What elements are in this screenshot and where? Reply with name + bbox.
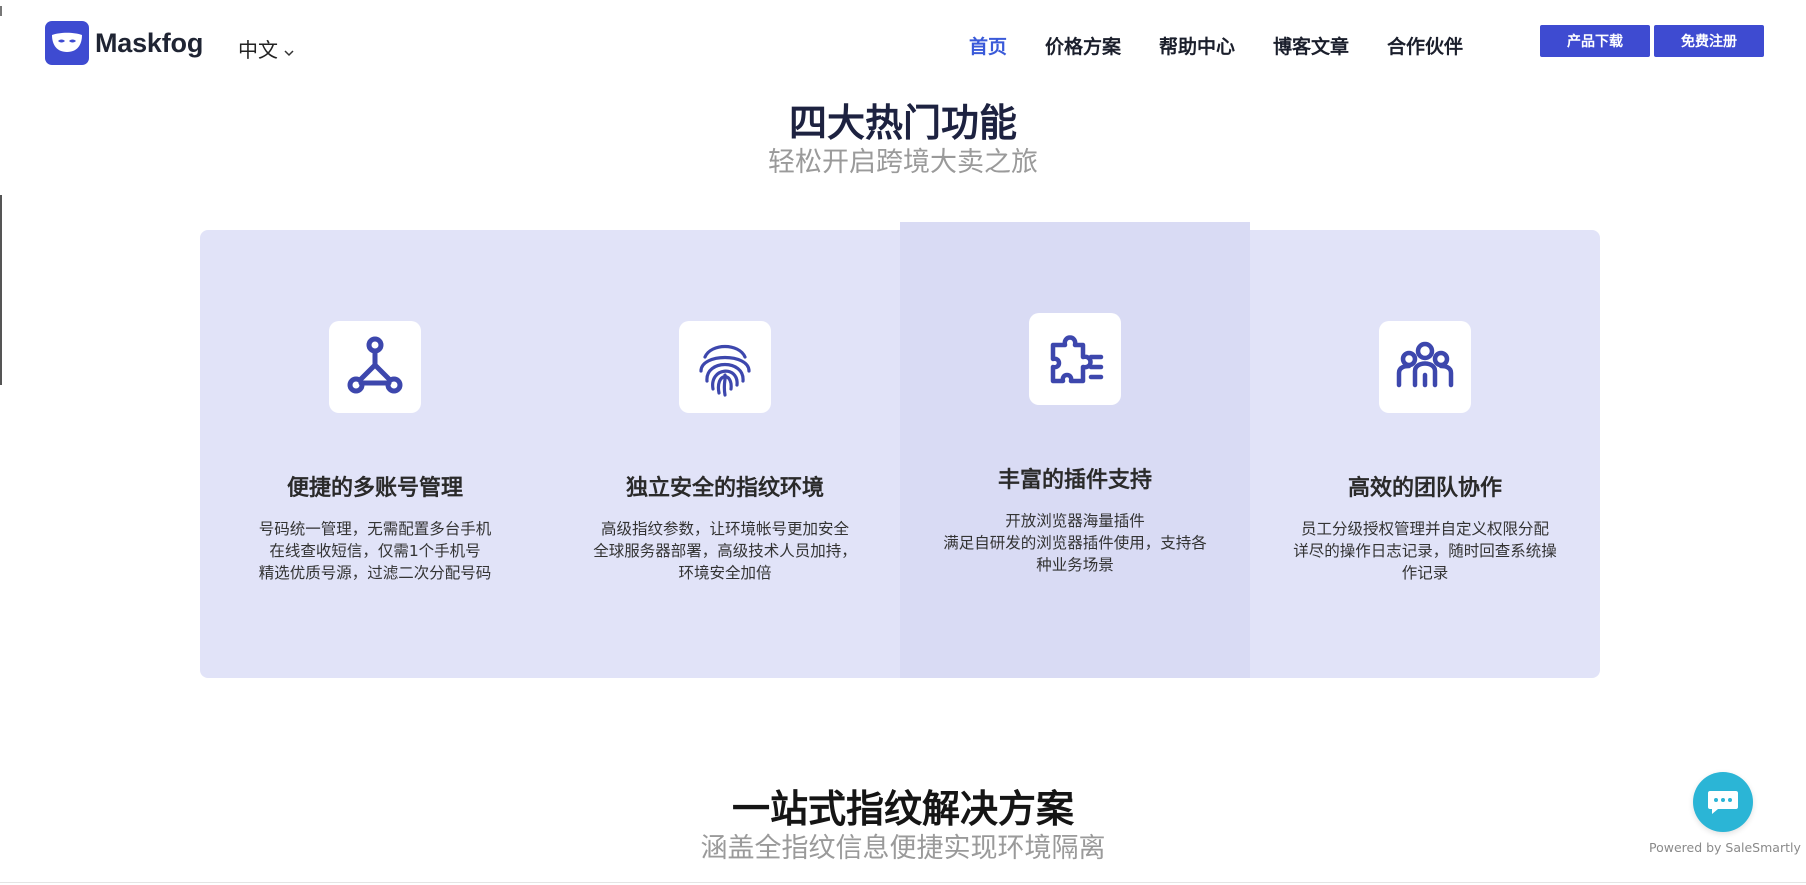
team-icon <box>1379 321 1471 413</box>
download-button[interactable]: 产品下载 <box>1540 25 1650 57</box>
features-subtitle: 轻松开启跨境大卖之旅 <box>768 147 1038 178</box>
language-selector[interactable]: 中文 <box>238 34 294 63</box>
network-nodes-icon <box>329 321 421 413</box>
scrollbar-thumb[interactable] <box>0 195 2 385</box>
feature-description: 开放浏览器海量插件 满足自研发的浏览器插件使用，支持各 种业务场景 <box>930 510 1220 576</box>
bottom-divider <box>0 882 1806 883</box>
solution-subtitle: 涵盖全指纹信息便捷实现环境隔离 <box>700 833 1106 864</box>
feature-card-team[interactable]: 高效的团队协作 员工分级授权管理并自定义权限分配 详尽的操作日志记录，随时回查系… <box>1250 230 1600 678</box>
features-title: 四大热门功能 <box>788 101 1017 145</box>
nav-home[interactable]: 首页 <box>969 32 1007 59</box>
feature-desc-line: 作记录 <box>1401 564 1449 582</box>
fingerprint-icon <box>679 321 771 413</box>
chevron-down-icon <box>284 38 294 62</box>
chat-bubble-icon <box>1708 791 1738 814</box>
feature-desc-line: 全球服务器部署，高级技术人员加持， <box>593 542 857 560</box>
language-label: 中文 <box>238 38 278 62</box>
powered-by-text: Powered by SaleSmartly <box>1649 840 1801 855</box>
feature-title: 高效的团队协作 <box>1347 476 1502 501</box>
mask-logo-icon <box>45 21 89 65</box>
nav-pricing[interactable]: 价格方案 <box>1045 32 1121 59</box>
register-button[interactable]: 免费注册 <box>1654 25 1764 57</box>
feature-desc-line: 开放浏览器海量插件 <box>1005 512 1145 530</box>
feature-description: 高级指纹参数，让环境帐号更加安全 全球服务器部署，高级技术人员加持， 环境安全加… <box>580 518 870 584</box>
feature-desc-line: 环境安全加倍 <box>678 564 772 582</box>
brand-logo[interactable]: Maskfog <box>45 21 203 65</box>
feature-card-multi-account[interactable]: 便捷的多账号管理 号码统一管理，无需配置多台手机 在线查收短信，仅需1个手机号 … <box>200 230 550 678</box>
brand-name: Maskfog <box>95 27 204 58</box>
chat-widget-button[interactable] <box>1693 772 1753 832</box>
puzzle-plugin-icon <box>1029 313 1121 405</box>
feature-desc-line: 满足自研发的浏览器插件使用，支持各 <box>943 534 1207 552</box>
feature-desc-line: 在线查收短信，仅需1个手机号 <box>269 542 481 560</box>
nav-partners[interactable]: 合作伙伴 <box>1387 32 1463 59</box>
feature-desc-line: 员工分级授权管理并自定义权限分配 <box>1300 520 1549 538</box>
feature-title: 独立安全的指纹环境 <box>625 476 824 501</box>
feature-title: 丰富的插件支持 <box>997 468 1152 493</box>
nav-help-center[interactable]: 帮助中心 <box>1159 32 1235 59</box>
feature-card-plugins[interactable]: 丰富的插件支持 开放浏览器海量插件 满足自研发的浏览器插件使用，支持各 种业务场… <box>900 222 1250 678</box>
feature-card-fingerprint[interactable]: 独立安全的指纹环境 高级指纹参数，让环境帐号更加安全 全球服务器部署，高级技术人… <box>550 230 900 678</box>
feature-desc-line: 高级指纹参数，让环境帐号更加安全 <box>600 520 849 538</box>
feature-title: 便捷的多账号管理 <box>286 476 463 501</box>
nav-blog[interactable]: 博客文章 <box>1273 32 1349 59</box>
feature-desc-line: 种业务场景 <box>1036 556 1114 574</box>
feature-description: 号码统一管理，无需配置多台手机 在线查收短信，仅需1个手机号 精选优质号源，过滤… <box>230 518 520 584</box>
features-panel: 便捷的多账号管理 号码统一管理，无需配置多台手机 在线查收短信，仅需1个手机号 … <box>200 222 1600 678</box>
feature-desc-line: 号码统一管理，无需配置多台手机 <box>258 520 492 538</box>
feature-desc-line: 详尽的操作日志记录，随时回查系统操 <box>1293 542 1557 560</box>
site-header: Maskfog 中文 首页 价格方案 帮助中心 博客文章 合作伙伴 产品下载 免… <box>0 0 1806 90</box>
solution-title: 一站式指纹解决方案 <box>731 787 1074 831</box>
page: Maskfog 中文 首页 价格方案 帮助中心 博客文章 合作伙伴 产品下载 免… <box>0 0 1806 885</box>
feature-description: 员工分级授权管理并自定义权限分配 详尽的操作日志记录，随时回查系统操 作记录 <box>1280 518 1570 584</box>
feature-desc-line: 精选优质号源，过滤二次分配号码 <box>258 564 492 582</box>
